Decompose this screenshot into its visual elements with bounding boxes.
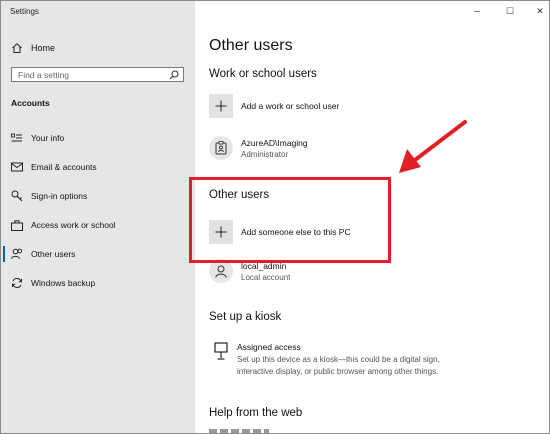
add-work-user-label: Add a work or school user bbox=[241, 101, 340, 111]
home-label: Home bbox=[31, 43, 56, 53]
kiosk-heading: Set up a kiosk bbox=[209, 311, 282, 323]
sidebar-item-windows-backup[interactable]: Windows backup bbox=[11, 276, 191, 290]
search-input[interactable] bbox=[12, 68, 168, 81]
search-icon[interactable] bbox=[169, 70, 179, 80]
local-user-role: Local account bbox=[241, 272, 291, 282]
sync-icon bbox=[11, 277, 23, 289]
work-user-name: AzureAD\Imaging bbox=[241, 137, 308, 148]
assigned-access-button[interactable]: Assigned access Set up this device as a … bbox=[209, 342, 457, 378]
assigned-access-description: Set up this device as a kiosk—this could… bbox=[237, 355, 440, 376]
assigned-access-title: Assigned access bbox=[237, 342, 301, 352]
settings-window: Settings Home Accounts Your info Email bbox=[0, 0, 550, 434]
sidebar-section-heading: Accounts bbox=[11, 98, 50, 108]
work-user-account[interactable]: AzureAD\Imaging Administrator bbox=[209, 136, 308, 160]
work-user-role: Administrator bbox=[241, 149, 289, 159]
badge-icon bbox=[209, 136, 233, 160]
highlight-box bbox=[189, 177, 391, 263]
mail-icon bbox=[11, 161, 23, 173]
active-indicator bbox=[3, 246, 5, 262]
key-icon bbox=[11, 190, 23, 202]
add-work-user-button[interactable]: Add a work or school user bbox=[209, 94, 339, 118]
kiosk-icon bbox=[209, 342, 233, 366]
search-box[interactable] bbox=[11, 67, 184, 82]
sidebar-item-label: Other users bbox=[31, 249, 76, 259]
home-icon bbox=[11, 42, 23, 54]
sidebar-item-other-users[interactable]: Other users bbox=[11, 247, 191, 261]
sidebar-item-email-accounts[interactable]: Email & accounts bbox=[11, 160, 191, 174]
briefcase-icon bbox=[11, 219, 23, 231]
window-title: Settings bbox=[10, 7, 39, 16]
sidebar-item-label: Access work or school bbox=[31, 220, 116, 230]
add-icon bbox=[209, 94, 233, 118]
help-heading: Help from the web bbox=[209, 407, 303, 419]
person-card-icon bbox=[11, 132, 23, 144]
sidebar: Settings Home Accounts Your info Email bbox=[1, 1, 195, 433]
sidebar-item-your-info[interactable]: Your info bbox=[11, 131, 191, 145]
sidebar-item-access-work-school[interactable]: Access work or school bbox=[11, 218, 191, 232]
sidebar-item-label: Your info bbox=[31, 133, 65, 143]
home-nav-item[interactable]: Home bbox=[11, 41, 55, 55]
sidebar-item-label: Windows backup bbox=[31, 278, 96, 288]
sidebar-item-label: Email & accounts bbox=[31, 162, 97, 172]
work-section-heading: Work or school users bbox=[209, 68, 317, 80]
people-icon bbox=[11, 248, 23, 260]
help-link-cutoff bbox=[209, 429, 269, 433]
sidebar-item-sign-in-options[interactable]: Sign-in options bbox=[11, 189, 191, 203]
page-title: Other users bbox=[209, 37, 293, 54]
sidebar-item-label: Sign-in options bbox=[31, 191, 88, 201]
